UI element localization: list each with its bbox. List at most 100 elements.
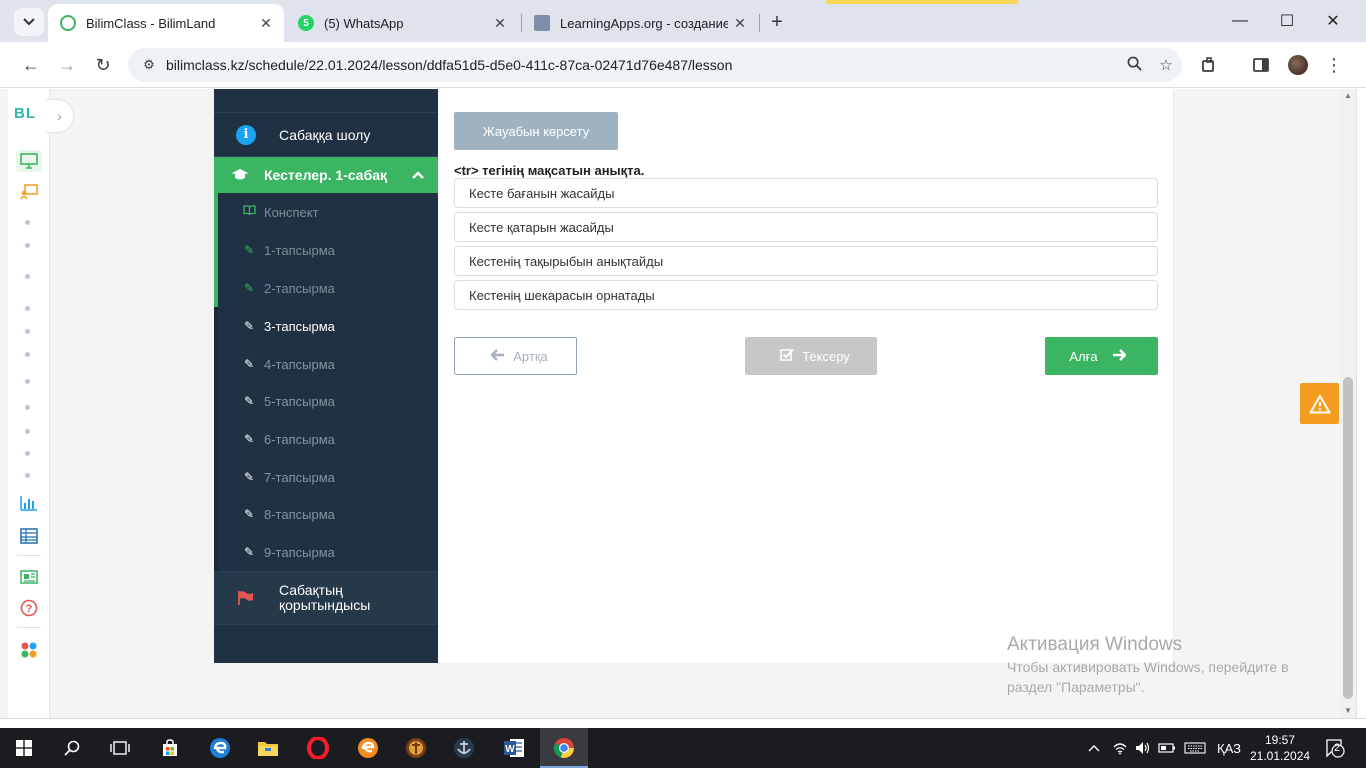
show-answer-button[interactable]: Жауабын көрсету	[454, 112, 618, 150]
task-view-button[interactable]	[96, 728, 144, 768]
sidebar-item-task-7[interactable]: ✎ 7-тапсырма	[214, 458, 438, 496]
edit-icon: ✎	[243, 394, 255, 408]
sidebar-item-task-5[interactable]: ✎ 5-тапсырма	[214, 382, 438, 420]
scroll-up-icon[interactable]: ▲	[1340, 89, 1356, 103]
warning-icon	[1309, 394, 1330, 413]
taskbar-chrome[interactable]	[540, 728, 588, 768]
search-icon	[64, 740, 80, 756]
site-info-icon[interactable]: ⚙	[134, 57, 164, 73]
show-hidden-icons-icon[interactable]	[1083, 728, 1105, 768]
apps-icon[interactable]	[16, 639, 42, 661]
rail-dot[interactable]	[25, 220, 30, 225]
close-tab-icon[interactable]: ✕	[254, 11, 278, 35]
battery-icon[interactable]	[1156, 728, 1178, 768]
list-item-label: 4-тапсырма	[264, 356, 335, 372]
sidebar-section-lesson[interactable]: Кестелер. 1-сабақ	[214, 157, 438, 193]
taskbar-store[interactable]	[146, 728, 194, 768]
forward-button[interactable]: →	[52, 50, 82, 80]
sidebar-item-task-9[interactable]: ✎ 9-тапсырма	[214, 533, 438, 571]
tab-bilimclass[interactable]: BilimClass - BilimLand ✕	[48, 4, 284, 42]
tab-search-button[interactable]	[14, 8, 44, 36]
sidebar-item-summary[interactable]: Сабақтың қорытындысы	[214, 571, 438, 625]
taskbar-game-2[interactable]	[440, 728, 488, 768]
close-tab-icon[interactable]: ✕	[488, 11, 512, 35]
sidebar-item-task-4[interactable]: ✎ 4-тапсырма	[214, 345, 438, 383]
side-panel-icon[interactable]	[1246, 50, 1276, 80]
new-tab-button[interactable]: +	[764, 9, 790, 35]
rail-dot[interactable]	[25, 379, 30, 384]
rail-dot[interactable]	[25, 274, 30, 279]
news-icon[interactable]	[16, 566, 42, 588]
rail-dot[interactable]	[25, 352, 30, 357]
zoom-icon[interactable]	[1118, 56, 1150, 75]
rail-dot[interactable]	[25, 405, 30, 410]
back-button[interactable]: ←	[16, 50, 46, 80]
scroll-down-icon[interactable]: ▼	[1340, 704, 1356, 718]
taskbar-explorer[interactable]	[244, 728, 292, 768]
browser-toolbar: ← → ↻ ⚙ bilimclass.kz/schedule/22.01.202…	[0, 42, 1366, 88]
sidebar-item-task-2[interactable]: ✎ 2-тапсырма	[214, 269, 438, 307]
back-button[interactable]: Артқа	[454, 337, 577, 375]
taskbar-uc-browser[interactable]	[344, 728, 392, 768]
rail-dot[interactable]	[25, 306, 30, 311]
answer-option[interactable]: Кесте қатарын жасайды	[454, 212, 1158, 242]
action-center-button[interactable]: 2	[1325, 738, 1345, 758]
sidebar-item-task-3[interactable]: ✎ 3-тапсырма	[214, 307, 438, 345]
taskbar-clock[interactable]: 19:57 21.01.2024	[1250, 732, 1310, 764]
check-button[interactable]: Тексеру	[745, 337, 877, 375]
rail-dot[interactable]	[25, 329, 30, 334]
extensions-icon[interactable]	[1194, 50, 1224, 80]
close-tab-icon[interactable]: ✕	[728, 11, 752, 35]
maximize-button[interactable]: ☐	[1267, 6, 1307, 36]
close-window-button[interactable]: ✕	[1313, 6, 1353, 36]
taskbar-word[interactable]: W	[490, 728, 538, 768]
sidebar-item-konspekt[interactable]: Конспект	[214, 193, 438, 231]
start-button[interactable]	[0, 728, 48, 768]
page-scrollbar[interactable]: ▲ ▼	[1340, 89, 1356, 718]
browser-menu-icon[interactable]: ⋮	[1319, 50, 1349, 80]
chevron-up-icon[interactable]	[412, 166, 424, 182]
rail-collapse-toggle[interactable]: ›	[46, 99, 74, 133]
profile-avatar[interactable]	[1283, 50, 1313, 80]
tab-whatsapp[interactable]: 5 (5) WhatsApp ✕	[286, 4, 518, 42]
answer-option[interactable]: Кесте бағанын жасайды	[454, 178, 1158, 208]
rail-dot[interactable]	[25, 429, 30, 434]
teacher-board-icon[interactable]	[16, 181, 42, 203]
network-icon[interactable]	[1108, 728, 1132, 768]
search-button[interactable]	[48, 728, 96, 768]
answer-option[interactable]: Кестенің шекарасын орнатады	[454, 280, 1158, 310]
taskbar-opera[interactable]	[294, 728, 342, 768]
rail-dot[interactable]	[25, 451, 30, 456]
notification-strip	[826, 0, 1018, 4]
address-bar[interactable]: ⚙ bilimclass.kz/schedule/22.01.2024/less…	[128, 48, 1182, 82]
clock-time: 19:57	[1264, 733, 1296, 747]
answer-option[interactable]: Кестенің тақырыбын анықтайды	[454, 246, 1158, 276]
url-text[interactable]: bilimclass.kz/schedule/22.01.2024/lesson…	[166, 57, 1118, 73]
rail-dot[interactable]	[25, 243, 30, 248]
taskbar-edge[interactable]	[196, 728, 244, 768]
sidebar-item-label: Сабақтың қорытындысы	[279, 583, 370, 613]
reload-button[interactable]: ↻	[88, 50, 118, 80]
keyboard-icon[interactable]	[1180, 728, 1210, 768]
rail-dot[interactable]	[25, 473, 30, 478]
sidebar-item-task-1[interactable]: ✎ 1-тапсырма	[214, 231, 438, 269]
summary-label-line1: Сабақтың	[279, 582, 343, 598]
sidebar-top-spacer	[214, 89, 438, 113]
bookmark-star-icon[interactable]: ☆	[1150, 56, 1182, 74]
report-problem-button[interactable]	[1300, 383, 1339, 424]
monitor-icon[interactable]	[16, 150, 42, 172]
sidebar-item-task-6[interactable]: ✎ 6-тапсырма	[214, 420, 438, 458]
volume-icon[interactable]	[1132, 728, 1154, 768]
minimize-button[interactable]: —	[1220, 6, 1260, 36]
table-icon[interactable]	[16, 525, 42, 547]
sidebar-item-overview[interactable]: i Сабаққа шолу	[214, 113, 438, 157]
taskbar-game-1[interactable]	[392, 728, 440, 768]
next-button[interactable]: Алға	[1045, 337, 1158, 375]
bar-chart-icon[interactable]	[16, 492, 42, 514]
tab-learningapps[interactable]: LearningApps.org - создание м ✕	[522, 4, 758, 42]
sidebar-item-task-8[interactable]: ✎ 8-тапсырма	[214, 495, 438, 533]
scrollbar-thumb[interactable]	[1343, 377, 1353, 699]
bilimland-logo[interactable]: BL	[14, 105, 36, 122]
language-indicator[interactable]: ҚАЗ	[1212, 728, 1246, 768]
help-icon[interactable]: ?	[16, 597, 42, 619]
